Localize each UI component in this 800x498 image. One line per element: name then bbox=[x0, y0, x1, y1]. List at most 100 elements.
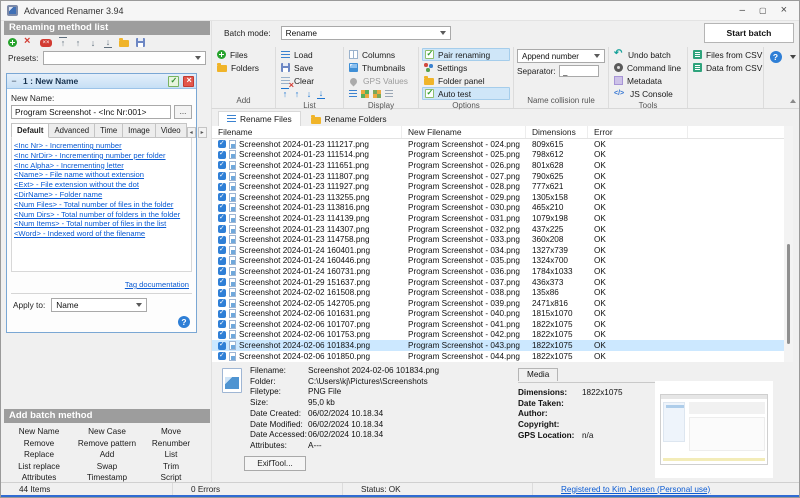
tag-link[interactable]: <Num Items> - Total number of files in t… bbox=[14, 219, 189, 229]
gps-values-button[interactable]: GPS Values bbox=[347, 74, 415, 87]
browse-button[interactable]: ... bbox=[174, 105, 192, 119]
method-help-icon[interactable] bbox=[178, 316, 190, 328]
media-tab[interactable]: Media bbox=[518, 368, 558, 381]
tag-link[interactable]: <Inc NrDir> - Incrementing number per fo… bbox=[14, 151, 189, 161]
row-checkbox-icon[interactable] bbox=[218, 204, 226, 212]
help-icon[interactable] bbox=[770, 51, 782, 63]
ribbon-collapse-icon[interactable] bbox=[790, 99, 796, 103]
table-row[interactable]: Screenshot 2024-01-23 111807.png Program… bbox=[212, 171, 793, 182]
tab-default[interactable]: Default bbox=[11, 123, 49, 138]
batch-method-link[interactable]: Renumber bbox=[142, 439, 200, 449]
method-close-icon[interactable] bbox=[183, 76, 194, 87]
row-checkbox-icon[interactable] bbox=[218, 257, 226, 265]
table-row[interactable]: Screenshot 2024-01-23 114139.png Program… bbox=[212, 213, 793, 224]
add-folders-button[interactable]: Folders bbox=[215, 61, 272, 74]
list-clear-button[interactable]: Clear bbox=[279, 74, 340, 87]
save-preset-icon[interactable] bbox=[136, 38, 145, 47]
batch-method-link[interactable]: List bbox=[142, 450, 200, 460]
maximize-icon[interactable] bbox=[759, 4, 767, 18]
column-new-filename[interactable]: New Filename bbox=[402, 126, 526, 138]
tag-link[interactable]: <DirName> - Folder name bbox=[14, 190, 189, 200]
collision-rule-select[interactable]: Append number bbox=[517, 49, 605, 63]
row-checkbox-icon[interactable] bbox=[218, 183, 226, 191]
batch-method-link[interactable]: New Case bbox=[72, 427, 142, 437]
sort-down-icon[interactable] bbox=[305, 89, 313, 99]
sort-up-icon[interactable] bbox=[293, 89, 301, 99]
table-row[interactable]: Screenshot 2024-01-23 111217.png Program… bbox=[212, 139, 793, 150]
tab-advanced[interactable]: Advanced bbox=[49, 123, 95, 138]
row-checkbox-icon[interactable] bbox=[218, 310, 226, 318]
tab-time[interactable]: Time bbox=[95, 123, 123, 138]
add-method-icon[interactable] bbox=[8, 38, 17, 47]
table-row[interactable]: Screenshot 2024-02-05 142705.png Program… bbox=[212, 298, 793, 309]
column-filename[interactable]: Filename bbox=[212, 126, 402, 138]
tag-link[interactable]: <Name> - File name without extension bbox=[14, 170, 189, 180]
tab-video[interactable]: Video bbox=[156, 123, 187, 138]
row-checkbox-icon[interactable] bbox=[218, 225, 226, 233]
row-checkbox-icon[interactable] bbox=[218, 342, 226, 350]
table-row[interactable]: Screenshot 2024-01-24 160446.png Program… bbox=[212, 256, 793, 267]
row-checkbox-icon[interactable] bbox=[218, 172, 226, 180]
view-list-icon[interactable] bbox=[385, 90, 393, 98]
tag-link[interactable]: <Num Files> - Total number of files in t… bbox=[14, 200, 189, 210]
batch-method-link[interactable]: Remove bbox=[6, 439, 72, 449]
minimize-icon[interactable] bbox=[739, 4, 745, 18]
table-row[interactable]: Screenshot 2024-02-06 101834.png Program… bbox=[212, 340, 793, 351]
tag-link[interactable]: <Inc Nr> - Incrementing number bbox=[14, 141, 189, 151]
list-load-button[interactable]: Load bbox=[279, 48, 340, 61]
presets-select[interactable] bbox=[43, 51, 206, 65]
settings-button[interactable]: Settings bbox=[422, 61, 510, 74]
tab-rename-folders[interactable]: Rename Folders bbox=[303, 112, 395, 126]
pair-renaming-toggle[interactable]: Pair renaming bbox=[422, 48, 510, 61]
files-from-csv-button[interactable]: Files from CSV bbox=[691, 48, 760, 61]
batch-method-link[interactable]: Remove pattern bbox=[72, 439, 142, 449]
table-row[interactable]: Screenshot 2024-01-23 111927.png Program… bbox=[212, 181, 793, 192]
table-row[interactable]: Screenshot 2024-01-29 151637.png Program… bbox=[212, 277, 793, 288]
open-preset-icon[interactable] bbox=[119, 40, 129, 47]
tag-link[interactable]: <Ext> - File extension without the dot bbox=[14, 180, 189, 190]
method-header[interactable]: 1 : New Name bbox=[7, 74, 196, 89]
list-save-button[interactable]: Save bbox=[279, 61, 340, 74]
view-detail-icon[interactable] bbox=[349, 90, 357, 98]
separator-input[interactable] bbox=[559, 65, 599, 77]
method-enabled-checkbox[interactable] bbox=[168, 76, 179, 87]
row-checkbox-icon[interactable] bbox=[218, 278, 226, 286]
remove-all-methods-icon[interactable] bbox=[40, 39, 52, 47]
tab-image[interactable]: Image bbox=[123, 123, 156, 138]
row-checkbox-icon[interactable] bbox=[218, 331, 226, 339]
apply-to-select[interactable]: Name bbox=[51, 298, 147, 312]
row-checkbox-icon[interactable] bbox=[218, 151, 226, 159]
table-row[interactable]: Screenshot 2024-02-06 101707.png Program… bbox=[212, 319, 793, 330]
add-files-button[interactable]: Files bbox=[215, 48, 272, 61]
start-batch-button[interactable]: Start batch bbox=[704, 23, 794, 43]
table-row[interactable]: Screenshot 2024-01-23 113255.png Program… bbox=[212, 192, 793, 203]
row-checkbox-icon[interactable] bbox=[218, 161, 226, 169]
table-row[interactable]: Screenshot 2024-01-23 111651.png Program… bbox=[212, 160, 793, 171]
help-menu-caret-icon[interactable] bbox=[790, 55, 796, 59]
collapse-method-icon[interactable] bbox=[9, 76, 19, 86]
thumbnails-button[interactable]: Thumbnails bbox=[347, 61, 415, 74]
view-tiles-icon[interactable] bbox=[361, 90, 369, 98]
tag-link[interactable]: <Inc Alpha> - Incrementing letter bbox=[14, 161, 189, 171]
table-row[interactable]: Screenshot 2024-01-23 111514.png Program… bbox=[212, 150, 793, 161]
tag-link[interactable]: <Num Dirs> - Total number of folders in … bbox=[14, 210, 189, 220]
row-checkbox-icon[interactable] bbox=[218, 246, 226, 254]
tag-link[interactable]: <Word> - Indexed word of the filename bbox=[14, 229, 189, 239]
row-checkbox-icon[interactable] bbox=[218, 320, 226, 328]
remove-method-icon[interactable] bbox=[24, 38, 33, 47]
row-checkbox-icon[interactable] bbox=[218, 267, 226, 275]
row-checkbox-icon[interactable] bbox=[218, 214, 226, 222]
sort-top-icon[interactable] bbox=[281, 88, 289, 99]
command-line-button[interactable]: Command line bbox=[612, 61, 684, 74]
batch-method-link[interactable]: Replace bbox=[6, 450, 72, 460]
tag-documentation-link[interactable]: Tag documentation bbox=[125, 280, 189, 289]
table-row[interactable]: Screenshot 2024-02-06 101631.png Program… bbox=[212, 309, 793, 320]
js-console-button[interactable]: JS Console bbox=[612, 87, 684, 100]
close-icon[interactable] bbox=[781, 3, 787, 18]
table-row[interactable]: Screenshot 2024-02-02 161508.png Program… bbox=[212, 287, 793, 298]
batch-method-link[interactable]: Trim bbox=[142, 462, 200, 472]
folder-panel-button[interactable]: Folder panel bbox=[422, 74, 510, 87]
batch-method-link[interactable]: Move bbox=[142, 427, 200, 437]
new-name-input[interactable] bbox=[11, 105, 171, 119]
table-row[interactable]: Screenshot 2024-01-23 114758.png Program… bbox=[212, 234, 793, 245]
